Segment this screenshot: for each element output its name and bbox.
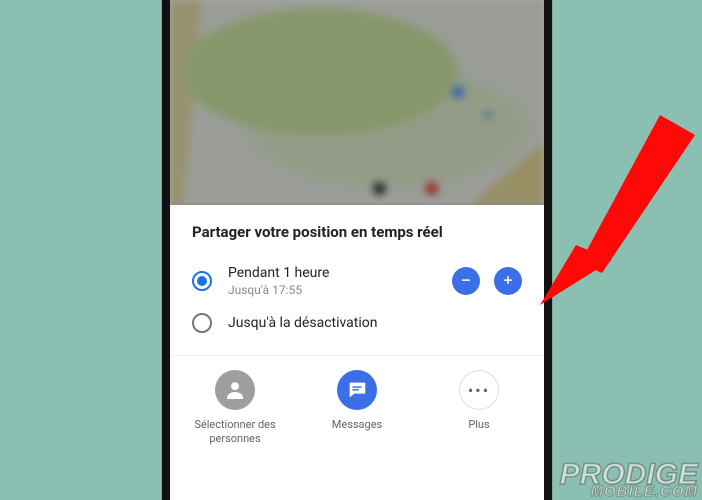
- action-messages[interactable]: Messages: [302, 370, 412, 446]
- duration-stepper: [452, 267, 522, 295]
- option-until-off-primary: Jusqu'à la désactivation: [228, 315, 522, 331]
- decrease-button[interactable]: [452, 267, 480, 295]
- minus-icon: [459, 272, 473, 291]
- map-scrim: [170, 0, 544, 205]
- phone-screen: Partager votre position en temps réel Pe…: [170, 0, 544, 500]
- person-icon: [215, 370, 255, 410]
- option-duration-text: Pendant 1 heure Jusqu'à 17:55: [228, 265, 436, 297]
- action-more[interactable]: ••• Plus: [424, 370, 534, 446]
- radio-unselected-icon[interactable]: [192, 313, 212, 333]
- action-select-people[interactable]: Sélectionner des personnes: [180, 370, 290, 446]
- action-messages-label: Messages: [332, 418, 382, 432]
- action-more-label: Plus: [468, 418, 489, 432]
- option-duration-primary: Pendant 1 heure: [228, 265, 436, 281]
- option-duration-secondary: Jusqu'à 17:55: [228, 283, 436, 297]
- option-until-off-text: Jusqu'à la désactivation: [228, 315, 522, 331]
- share-sheet: Partager votre position en temps réel Pe…: [170, 205, 544, 500]
- action-select-people-label: Sélectionner des personnes: [180, 418, 290, 446]
- sheet-title: Partager votre position en temps réel: [170, 205, 544, 257]
- option-until-off[interactable]: Jusqu'à la désactivation: [170, 305, 544, 341]
- annotation-arrow-icon: [540, 105, 702, 305]
- watermark: PRODIGE MOBILE.COM: [560, 463, 698, 498]
- radio-selected-icon[interactable]: [192, 271, 212, 291]
- messages-icon: [337, 370, 377, 410]
- stage: Partager votre position en temps réel Pe…: [0, 0, 702, 500]
- option-duration[interactable]: Pendant 1 heure Jusqu'à 17:55: [170, 257, 544, 305]
- plus-icon: [501, 272, 515, 291]
- share-actions: Sélectionner des personnes Messages ••• …: [170, 356, 544, 454]
- phone-frame: Partager votre position en temps réel Pe…: [162, 0, 552, 500]
- more-icon: •••: [459, 370, 499, 410]
- increase-button[interactable]: [494, 267, 522, 295]
